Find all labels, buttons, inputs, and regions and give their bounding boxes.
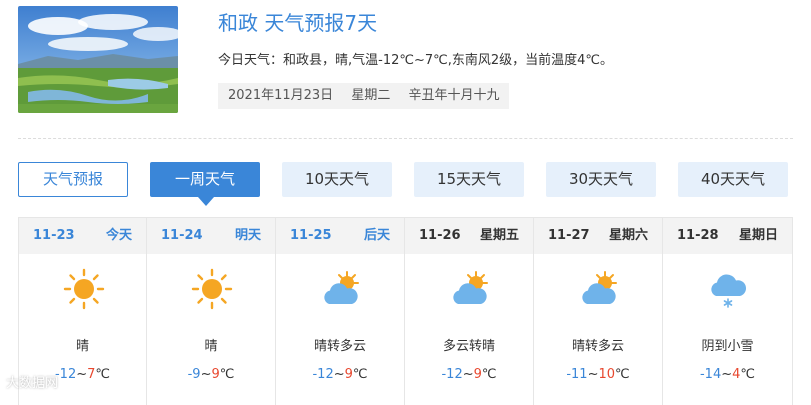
temp-low: -14 bbox=[699, 367, 722, 382]
temp-high: 9 bbox=[344, 367, 353, 382]
forecast-day-header: 11-28 星期日 bbox=[663, 218, 792, 254]
temp-high: 9 bbox=[473, 367, 482, 382]
hero-landscape-image bbox=[18, 6, 178, 113]
forecast-day[interactable]: 11-25 后天 晴转多云 -12~9℃ bbox=[276, 218, 405, 405]
lunar-date-text: 辛丑年十月十九 bbox=[408, 88, 500, 103]
forecast-date: 11-27 bbox=[548, 228, 590, 243]
partly-cloudy-icon bbox=[324, 271, 359, 304]
forecast-day[interactable]: 11-28 星期日 阴到小雪 -14~4℃ bbox=[663, 218, 793, 405]
forecast-day-header: 11-25 后天 bbox=[276, 218, 404, 254]
forecast-condition: 多云转晴 bbox=[442, 339, 495, 354]
forecast-condition: 晴 bbox=[75, 339, 89, 354]
weekday-text: 星期二 bbox=[351, 88, 391, 103]
forecast-temp: -12~9℃ bbox=[276, 367, 404, 382]
forecast-temp: -9~9℃ bbox=[147, 367, 275, 382]
forecast-condition: 阴到小雪 bbox=[701, 339, 754, 354]
forecast-date: 11-24 bbox=[161, 228, 203, 243]
forecast-weekday: 星期日 bbox=[738, 228, 778, 243]
temp-high: 10 bbox=[598, 367, 616, 382]
divider bbox=[18, 138, 793, 139]
partly-cloudy-icon bbox=[582, 271, 617, 304]
temp-separator: ~ bbox=[462, 367, 474, 382]
forecast-temp: -14~4℃ bbox=[663, 367, 792, 382]
tab-week[interactable]: 一周天气 bbox=[150, 162, 260, 206]
forecast-day[interactable]: 11-26 星期五 多云转晴 -12~9℃ bbox=[405, 218, 534, 405]
forecast-weekday: 明天 bbox=[234, 228, 261, 243]
forecast-day-header: 11-26 星期五 bbox=[405, 218, 533, 254]
forecast-date: 11-28 bbox=[677, 228, 719, 243]
forecast-condition: 晴 bbox=[204, 339, 218, 354]
temp-separator: ~ bbox=[76, 367, 88, 382]
temp-low: -11 bbox=[566, 367, 588, 382]
forecast-date: 11-25 bbox=[290, 228, 332, 243]
temp-low: -12 bbox=[312, 367, 334, 382]
forecast-weekday: 星期六 bbox=[608, 228, 648, 243]
temp-separator: ~ bbox=[721, 367, 733, 382]
temp-low: -9 bbox=[187, 367, 201, 382]
tab-forecast[interactable]: 天气预报 bbox=[18, 162, 128, 197]
tab-40-day[interactable]: 40天天气 bbox=[678, 162, 788, 197]
forecast-condition: 晴转多云 bbox=[313, 339, 366, 354]
forecast-grid: 11-23 今天 晴 -12~7℃ 11-24 明天 晴 -9~9℃ 11-25… bbox=[18, 217, 793, 405]
forecast-condition: 晴转多云 bbox=[571, 339, 624, 354]
temp-high: 9 bbox=[211, 367, 220, 382]
partly-cloudy-icon bbox=[453, 271, 488, 304]
date-text: 2021年11月23日 bbox=[228, 88, 334, 103]
temp-unit: ℃ bbox=[352, 367, 368, 382]
temp-unit: ℃ bbox=[95, 367, 111, 382]
temp-low: -12 bbox=[441, 367, 463, 382]
temp-unit: ℃ bbox=[740, 367, 756, 382]
temp-unit: ℃ bbox=[219, 367, 235, 382]
page-title: 和政 天气预报7天 bbox=[218, 11, 378, 35]
today-summary: 今日天气：和政县，晴,气温-12℃~7℃,东南风2级，当前温度4℃。 bbox=[218, 53, 614, 68]
temp-separator: ~ bbox=[200, 367, 212, 382]
tab-15-day[interactable]: 15天天气 bbox=[414, 162, 524, 197]
forecast-temp: -12~9℃ bbox=[405, 367, 533, 382]
forecast-day[interactable]: 11-27 星期六 晴转多云 -11~10℃ bbox=[534, 218, 663, 405]
watermark: 大数据网 bbox=[6, 376, 59, 391]
temp-separator: ~ bbox=[333, 367, 345, 382]
forecast-date: 11-23 bbox=[33, 228, 75, 243]
temp-separator: ~ bbox=[587, 367, 599, 382]
temp-unit: ℃ bbox=[481, 367, 497, 382]
forecast-day[interactable]: 11-24 明天 晴 -9~9℃ bbox=[147, 218, 276, 405]
forecast-weekday: 后天 bbox=[363, 228, 390, 243]
forecast-day-header: 11-23 今天 bbox=[19, 218, 146, 254]
forecast-weekday: 星期五 bbox=[479, 228, 519, 243]
sun-icon bbox=[63, 268, 105, 310]
forecast-date: 11-26 bbox=[419, 228, 461, 243]
tab-10-day[interactable]: 10天天气 bbox=[282, 162, 392, 197]
forecast-weekday: 今天 bbox=[105, 228, 132, 243]
snow-cloud-icon bbox=[711, 274, 747, 308]
date-bar: 2021年11月23日 星期二 辛丑年十月十九 bbox=[218, 83, 510, 109]
sun-icon bbox=[191, 268, 233, 310]
forecast-day-header: 11-27 星期六 bbox=[534, 218, 662, 254]
temp-unit: ℃ bbox=[615, 367, 630, 382]
forecast-day-header: 11-24 明天 bbox=[147, 218, 275, 254]
temp-low: -12 bbox=[54, 367, 77, 382]
forecast-temp: -11~10℃ bbox=[534, 367, 662, 382]
tab-30-day[interactable]: 30天天气 bbox=[546, 162, 656, 197]
